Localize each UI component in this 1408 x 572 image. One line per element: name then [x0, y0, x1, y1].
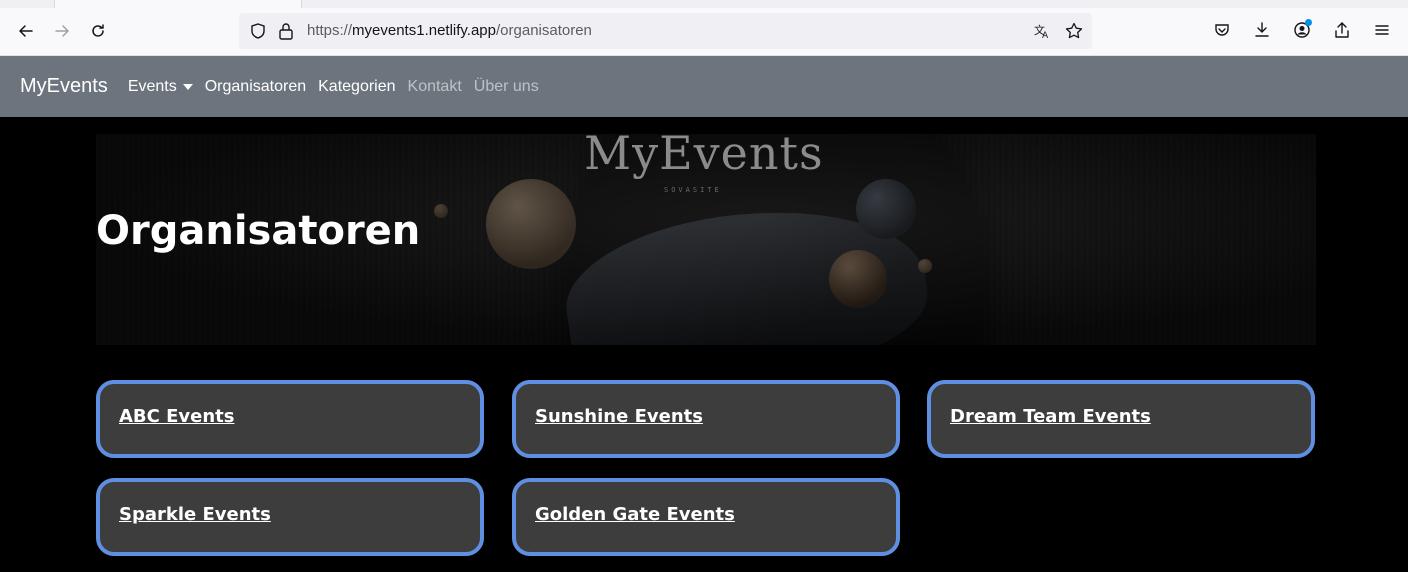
pocket-icon[interactable]: [1208, 16, 1236, 44]
url-scheme: https://: [307, 22, 353, 39]
svg-text:A: A: [1042, 31, 1049, 40]
organizer-card: Sparkle Events: [96, 478, 484, 556]
tab-strip: [0, 0, 1408, 8]
url-host: myevents1.netlify.app: [352, 22, 496, 39]
organizer-link[interactable]: Dream Team Events: [950, 406, 1151, 427]
translate-icon[interactable]: 文A: [1032, 21, 1052, 41]
organizer-link[interactable]: ABC Events: [119, 406, 235, 427]
download-icon[interactable]: [1248, 16, 1276, 44]
reload-icon[interactable]: [84, 17, 112, 45]
organizer-link[interactable]: Golden Gate Events: [535, 504, 735, 525]
account-icon[interactable]: [1288, 16, 1316, 44]
url-path: /organisatoren: [496, 22, 592, 39]
organizer-link[interactable]: Sparkle Events: [119, 504, 271, 525]
hero-logo-subtext: SOVASITE: [664, 186, 722, 194]
page-title: Organisatoren: [96, 208, 421, 254]
menu-hamburger-icon[interactable]: [1368, 16, 1396, 44]
url-bar[interactable]: https://myevents1.netlify.app/organisato…: [239, 13, 1092, 49]
hero-banner: MyEvents SOVASITE Organisatoren: [96, 134, 1316, 345]
nav-organisatoren[interactable]: Organisatoren: [205, 78, 306, 96]
site-navbar: MyEvents Events Organisatoren Kategorien…: [0, 56, 1408, 117]
nav-events-dropdown[interactable]: Events: [128, 78, 193, 96]
organizer-card: Golden Gate Events: [512, 478, 900, 556]
brand-logo[interactable]: MyEvents: [20, 75, 108, 98]
nav-kontakt[interactable]: Kontakt: [408, 78, 462, 96]
organizer-card: ABC Events: [96, 380, 484, 458]
organizer-card: Sunshine Events: [512, 380, 900, 458]
forward-arrow-icon[interactable]: [48, 17, 76, 45]
nav-events-label: Events: [127, 77, 177, 95]
share-icon[interactable]: [1328, 16, 1356, 44]
organizer-card: Dream Team Events: [927, 380, 1315, 458]
hero-logo-text: MyEvents: [584, 134, 824, 180]
lock-icon[interactable]: [277, 21, 295, 41]
nav-ueber-uns[interactable]: Über uns: [474, 78, 539, 96]
browser-toolbar: https://myevents1.netlify.app/organisato…: [0, 0, 1408, 56]
organizer-link[interactable]: Sunshine Events: [535, 406, 703, 427]
back-arrow-icon[interactable]: [12, 17, 40, 45]
active-tab[interactable]: [54, 0, 302, 8]
caret-down-icon: [182, 83, 193, 90]
bookmark-star-icon[interactable]: [1064, 21, 1084, 41]
tracking-shield-icon[interactable]: [249, 22, 267, 40]
nav-kategorien[interactable]: Kategorien: [318, 78, 395, 96]
url-text[interactable]: https://myevents1.netlify.app/organisato…: [307, 22, 592, 39]
